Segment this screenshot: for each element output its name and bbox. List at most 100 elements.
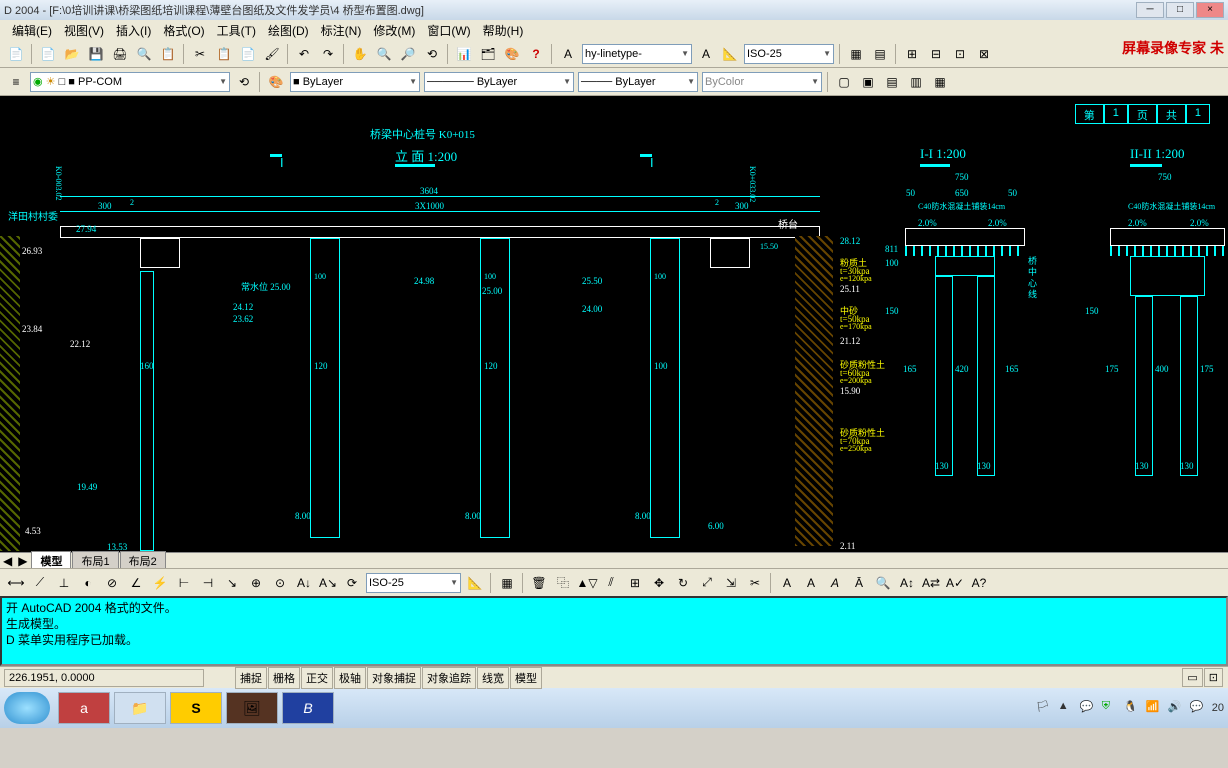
tray-msg-icon[interactable]: 💬 xyxy=(1190,700,1206,716)
dim-diameter-icon[interactable]: ⊘ xyxy=(101,572,123,594)
scroll-right-icon[interactable]: ▶ xyxy=(15,554,30,568)
tray-net-icon[interactable]: 📶 xyxy=(1146,700,1162,716)
dim-edit-icon[interactable]: A↓ xyxy=(293,572,315,594)
dcenter-icon[interactable]: 🗂 xyxy=(477,43,499,65)
copy-icon[interactable]: 📋 xyxy=(213,43,235,65)
menu-format[interactable]: 格式(O) xyxy=(157,20,210,40)
minimize-button[interactable]: ─ xyxy=(1136,2,1164,18)
scroll-left-icon[interactable]: ◀ xyxy=(0,554,15,568)
status-icon1[interactable]: ▭ xyxy=(1182,668,1202,687)
cut-icon[interactable]: ✂ xyxy=(189,43,211,65)
save-icon[interactable]: 💾 xyxy=(85,43,107,65)
maximize-button[interactable]: □ xyxy=(1166,2,1194,18)
tab-layout2[interactable]: 布局2 xyxy=(120,551,166,569)
dim-tedit-icon[interactable]: A↘ xyxy=(317,572,339,594)
zoom-win-icon[interactable]: 🔎 xyxy=(397,43,419,65)
redo-icon[interactable]: ↷ xyxy=(317,43,339,65)
start-button[interactable] xyxy=(4,692,50,724)
dim-center-icon[interactable]: ⊙ xyxy=(269,572,291,594)
snap-toggle[interactable]: 捕捉 xyxy=(235,667,267,689)
scale-icon[interactable]: ⤢ xyxy=(696,572,718,594)
dim-update-icon[interactable]: ⟳ xyxy=(341,572,363,594)
layout3-icon[interactable]: ⊡ xyxy=(949,43,971,65)
vp1-icon[interactable]: ▢ xyxy=(833,71,855,93)
pan-icon[interactable]: ✋ xyxy=(349,43,371,65)
stretch-icon[interactable]: ⇲ xyxy=(720,572,742,594)
status-icon2[interactable]: ⊡ xyxy=(1204,668,1223,687)
text-a5-icon[interactable]: A↕ xyxy=(896,572,918,594)
ortho-toggle[interactable]: 正交 xyxy=(301,667,333,689)
layer-dropdown[interactable]: ◉ ☀ □ ■ PP-COM▼ xyxy=(30,72,230,92)
rotate-icon[interactable]: ↻ xyxy=(672,572,694,594)
layermgr-icon[interactable]: ≡ xyxy=(5,71,27,93)
vp4-icon[interactable]: ▥ xyxy=(905,71,927,93)
paste-icon[interactable]: 📄 xyxy=(237,43,259,65)
coordinates-display[interactable]: 226.1951, 0.0000 xyxy=(4,669,204,687)
plotstyle-dropdown[interactable]: ByColor▼ xyxy=(702,72,822,92)
dim-quick-icon[interactable]: ⚡ xyxy=(149,572,171,594)
dim-style-icon[interactable]: 📐 xyxy=(464,572,486,594)
vp2-icon[interactable]: ▣ xyxy=(857,71,879,93)
copy2-icon[interactable]: ⿻ xyxy=(552,572,574,594)
tray-qq-icon[interactable]: 🐧 xyxy=(1124,700,1140,716)
move-icon[interactable]: ✥ xyxy=(648,572,670,594)
dim-continue-icon[interactable]: ⊣ xyxy=(197,572,219,594)
array-icon[interactable]: ⊞ xyxy=(624,572,646,594)
toolpal-icon[interactable]: 🎨 xyxy=(501,43,523,65)
grid-toggle[interactable]: 栅格 xyxy=(268,667,300,689)
menu-view[interactable]: 视图(V) xyxy=(58,20,110,40)
text-a4-icon[interactable]: Ā xyxy=(848,572,870,594)
layout2-icon[interactable]: ⊟ xyxy=(925,43,947,65)
dim-angular-icon[interactable]: ∠ xyxy=(125,572,147,594)
tray-flag-icon[interactable]: 🏳 xyxy=(1036,700,1052,716)
dim-style-dropdown[interactable]: ISO-25▼ xyxy=(366,573,461,593)
taskbar-app-autocad[interactable]: a xyxy=(58,692,110,724)
hatch-icon[interactable]: ▦ xyxy=(496,572,518,594)
menu-draw[interactable]: 绘图(D) xyxy=(262,20,315,40)
tray-vol-icon[interactable]: 🔊 xyxy=(1168,700,1184,716)
find-icon[interactable]: 🔍 xyxy=(872,572,894,594)
textstyle-icon[interactable]: A xyxy=(557,43,579,65)
publish-icon[interactable]: 📋 xyxy=(157,43,179,65)
trim-icon[interactable]: ✂ xyxy=(744,572,766,594)
model-toggle[interactable]: 模型 xyxy=(510,667,542,689)
text-a2-icon[interactable]: A xyxy=(800,572,822,594)
dim-tolerance-icon[interactable]: ⊕ xyxy=(245,572,267,594)
new-icon[interactable]: 📄 xyxy=(5,43,27,65)
preview-icon[interactable]: 🔍 xyxy=(133,43,155,65)
erase-icon[interactable]: 🗑 xyxy=(528,572,550,594)
layout1-icon[interactable]: ⊞ xyxy=(901,43,923,65)
table-icon[interactable]: ▦ xyxy=(845,43,867,65)
print-icon[interactable]: 🖨 xyxy=(109,43,131,65)
tray-up-icon[interactable]: ▲ xyxy=(1058,700,1074,716)
tab-model[interactable]: 模型 xyxy=(31,551,71,569)
tab-layout1[interactable]: 布局1 xyxy=(72,551,118,569)
lineweight-dropdown[interactable]: ──── ByLayer▼ xyxy=(578,72,698,92)
zoom-rt-icon[interactable]: 🔍 xyxy=(373,43,395,65)
menu-modify[interactable]: 修改(M) xyxy=(367,20,421,40)
vp5-icon[interactable]: ▦ xyxy=(929,71,951,93)
zoom-prev-icon[interactable]: ⟲ xyxy=(421,43,443,65)
taskbar-app-explorer[interactable]: 📁 xyxy=(114,692,166,724)
dim-ordinate-icon[interactable]: ⊥ xyxy=(53,572,75,594)
dim-leader-icon[interactable]: ↘ xyxy=(221,572,243,594)
new-file-icon[interactable]: 📄 xyxy=(37,43,59,65)
dimstyle-icon[interactable]: 📐 xyxy=(719,43,741,65)
menu-dimension[interactable]: 标注(N) xyxy=(315,20,368,40)
taskbar-app-img[interactable]: 🖼 xyxy=(226,692,278,724)
text-a6-icon[interactable]: A⇄ xyxy=(920,572,942,594)
tray-chat-icon[interactable]: 💬 xyxy=(1080,700,1096,716)
dim-baseline-icon[interactable]: ⊢ xyxy=(173,572,195,594)
offset-icon[interactable]: ⫽ xyxy=(600,572,622,594)
taskbar-app-s[interactable]: S xyxy=(170,692,222,724)
help-icon[interactable]: ? xyxy=(525,43,547,65)
match-icon[interactable]: 🖌 xyxy=(261,43,283,65)
table2-icon[interactable]: ▤ xyxy=(869,43,891,65)
layout4-icon[interactable]: ⊠ xyxy=(973,43,995,65)
horizontal-scrollbar[interactable]: ◀ ▶ 模型 布局1 布局2 xyxy=(0,552,1228,568)
text-a1-icon[interactable]: A xyxy=(776,572,798,594)
linetype2-dropdown[interactable]: ────── ByLayer▼ xyxy=(424,72,574,92)
otrack-toggle[interactable]: 对象追踪 xyxy=(422,667,476,689)
command-window[interactable]: 开 AutoCAD 2004 格式的文件。 生成模型。 D 菜单实用程序已加载。 xyxy=(0,596,1228,666)
menu-help[interactable]: 帮助(H) xyxy=(477,20,530,40)
